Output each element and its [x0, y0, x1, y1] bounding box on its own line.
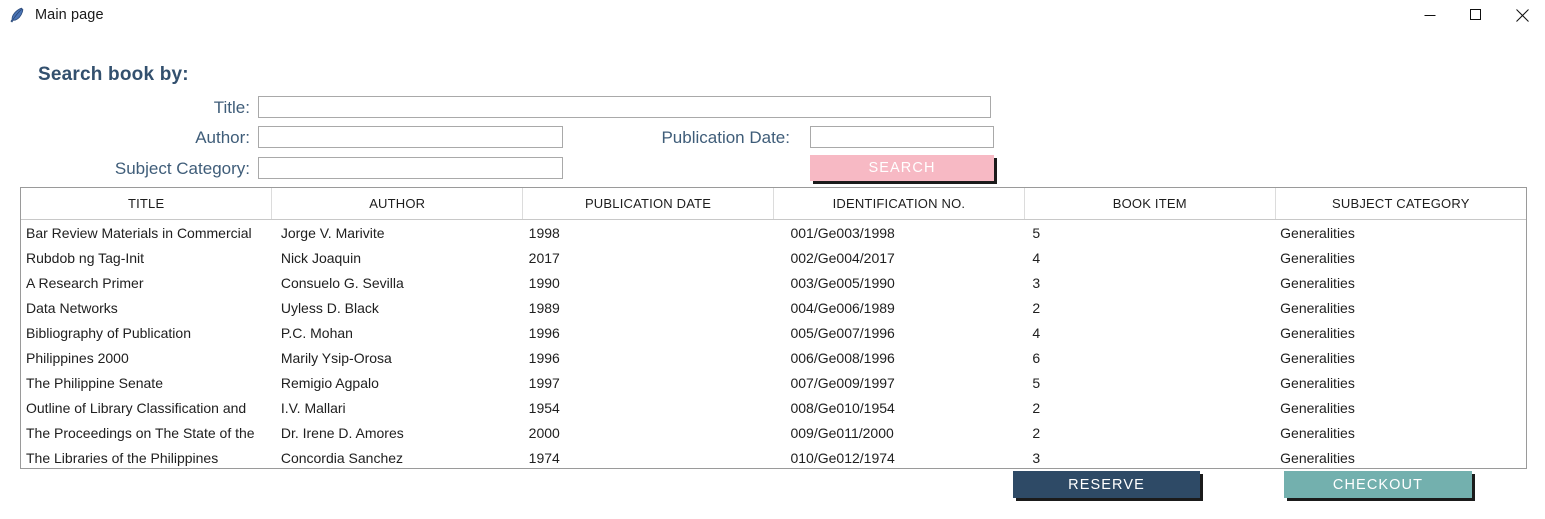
cell-identification-no: 007/Ge009/1997: [773, 370, 1025, 395]
table-row[interactable]: Rubdob ng Tag-Init Nick Joaquin 2017 002…: [21, 245, 1526, 270]
table-header-row: TITLE AUTHOR PUBLICATION DATE IDENTIFICA…: [21, 188, 1526, 220]
cell-book-item: 2: [1024, 295, 1276, 320]
cell-author: Concordia Sanchez: [271, 445, 523, 468]
cell-subject-category: Generalities: [1275, 445, 1526, 468]
table-row[interactable]: The Philippine Senate Remigio Agpalo 199…: [21, 370, 1526, 395]
table-row[interactable]: Philippines 2000 Marily Ysip-Orosa 1996 …: [21, 345, 1526, 370]
close-icon[interactable]: [1499, 0, 1545, 30]
table-row[interactable]: Data Networks Uyless D. Black 1989 004/G…: [21, 295, 1526, 320]
cell-identification-no: 010/Ge012/1974: [773, 445, 1025, 468]
cell-subject-category: Generalities: [1275, 370, 1526, 395]
column-header-author[interactable]: AUTHOR: [271, 188, 524, 220]
cell-title: The Libraries of the Philippines: [21, 445, 272, 468]
cell-book-item: 6: [1024, 345, 1276, 370]
table-row[interactable]: The Libraries of the Philippines Concord…: [21, 445, 1526, 468]
cell-book-item: 3: [1024, 270, 1276, 295]
cell-book-item: 3: [1024, 445, 1276, 468]
cell-title: Philippines 2000: [21, 345, 272, 370]
table-row[interactable]: Outline of Library Classification and I.…: [21, 395, 1526, 420]
cell-publication-date: 1990: [522, 270, 774, 295]
cell-identification-no: 004/Ge006/1989: [773, 295, 1025, 320]
cell-identification-no: 003/Ge005/1990: [773, 270, 1025, 295]
cell-author: Dr. Irene D. Amores: [271, 420, 523, 445]
cell-identification-no: 009/Ge011/2000: [773, 420, 1025, 445]
cell-author: Jorge V. Marivite: [271, 219, 523, 245]
subject-category-label: Subject Category:: [114, 159, 250, 178]
cell-identification-no: 006/Ge008/1996: [773, 345, 1025, 370]
cell-subject-category: Generalities: [1275, 395, 1526, 420]
search-button[interactable]: SEARCH: [810, 155, 994, 181]
publication-date-input[interactable]: [810, 126, 994, 148]
minimize-icon[interactable]: [1407, 0, 1453, 30]
publication-date-label: Publication Date:: [661, 128, 790, 147]
table-row[interactable]: A Research Primer Consuelo G. Sevilla 19…: [21, 270, 1526, 295]
subject-category-input[interactable]: [258, 157, 563, 179]
cell-title: Data Networks: [21, 295, 272, 320]
window-title: Main page: [35, 7, 104, 23]
cell-book-item: 4: [1024, 245, 1276, 270]
cell-subject-category: Generalities: [1275, 295, 1526, 320]
cell-book-item: 5: [1024, 370, 1276, 395]
cell-author: P.C. Mohan: [271, 320, 523, 345]
cell-title: A Research Primer: [21, 270, 272, 295]
search-form-heading: Search book by:: [38, 64, 189, 85]
book-results-table: TITLE AUTHOR PUBLICATION DATE IDENTIFICA…: [20, 187, 1527, 469]
cell-title: Bibliography of Publication: [21, 320, 272, 345]
cell-author: I.V. Mallari: [271, 395, 523, 420]
cell-title: Bar Review Materials in Commercial: [21, 219, 272, 245]
cell-author: Consuelo G. Sevilla: [271, 270, 523, 295]
cell-book-item: 2: [1024, 420, 1276, 445]
cell-subject-category: Generalities: [1275, 345, 1526, 370]
cell-publication-date: 1996: [522, 345, 774, 370]
cell-author: Nick Joaquin: [271, 245, 523, 270]
cell-subject-category: Generalities: [1275, 270, 1526, 295]
cell-book-item: 2: [1024, 395, 1276, 420]
cell-subject-category: Generalities: [1275, 219, 1526, 245]
cell-publication-date: 1997: [522, 370, 774, 395]
feather-icon: [7, 5, 27, 25]
cell-publication-date: 1989: [522, 295, 774, 320]
table-row[interactable]: The Proceedings on The State of the Dr. …: [21, 420, 1526, 445]
column-header-identification-no[interactable]: IDENTIFICATION NO.: [773, 188, 1025, 220]
window-controls: [1407, 0, 1545, 30]
window-titlebar: Main page: [0, 0, 1545, 30]
cell-publication-date: 1954: [522, 395, 774, 420]
checkout-button[interactable]: CHECKOUT: [1284, 471, 1472, 498]
table-body: Bar Review Materials in Commercial Jorge…: [21, 219, 1526, 468]
column-header-subject-category[interactable]: SUBJECT CATEGORY: [1275, 188, 1526, 220]
cell-author: Remigio Agpalo: [271, 370, 523, 395]
cell-subject-category: Generalities: [1275, 320, 1526, 345]
cell-author: Marily Ysip-Orosa: [271, 345, 523, 370]
cell-identification-no: 008/Ge010/1954: [773, 395, 1025, 420]
cell-book-item: 4: [1024, 320, 1276, 345]
cell-identification-no: 002/Ge004/2017: [773, 245, 1025, 270]
cell-subject-category: Generalities: [1275, 420, 1526, 445]
reserve-button[interactable]: RESERVE: [1013, 471, 1200, 498]
column-header-book-item[interactable]: BOOK ITEM: [1024, 188, 1276, 220]
cell-subject-category: Generalities: [1275, 245, 1526, 270]
column-header-title[interactable]: TITLE: [21, 188, 273, 220]
cell-title: Outline of Library Classification and: [21, 395, 272, 420]
cell-title: The Philippine Senate: [21, 370, 272, 395]
column-header-publication-date[interactable]: PUBLICATION DATE: [522, 188, 774, 220]
cell-title: The Proceedings on The State of the: [21, 420, 272, 445]
cell-author: Uyless D. Black: [271, 295, 523, 320]
cell-publication-date: 1974: [522, 445, 774, 468]
title-label: Title:: [213, 98, 250, 117]
table-row[interactable]: Bibliography of Publication P.C. Mohan 1…: [21, 320, 1526, 345]
cell-publication-date: 1996: [522, 320, 774, 345]
cell-identification-no: 001/Ge003/1998: [773, 219, 1025, 245]
author-input[interactable]: [258, 126, 563, 148]
maximize-icon[interactable]: [1453, 0, 1499, 30]
cell-publication-date: 1998: [522, 219, 774, 245]
cell-publication-date: 2000: [522, 420, 774, 445]
cell-book-item: 5: [1024, 219, 1276, 245]
title-input[interactable]: [258, 96, 991, 118]
cell-publication-date: 2017: [522, 245, 774, 270]
cell-title: Rubdob ng Tag-Init: [21, 245, 272, 270]
author-label: Author:: [195, 128, 250, 147]
cell-identification-no: 005/Ge007/1996: [773, 320, 1025, 345]
table-row[interactable]: Bar Review Materials in Commercial Jorge…: [21, 219, 1526, 245]
